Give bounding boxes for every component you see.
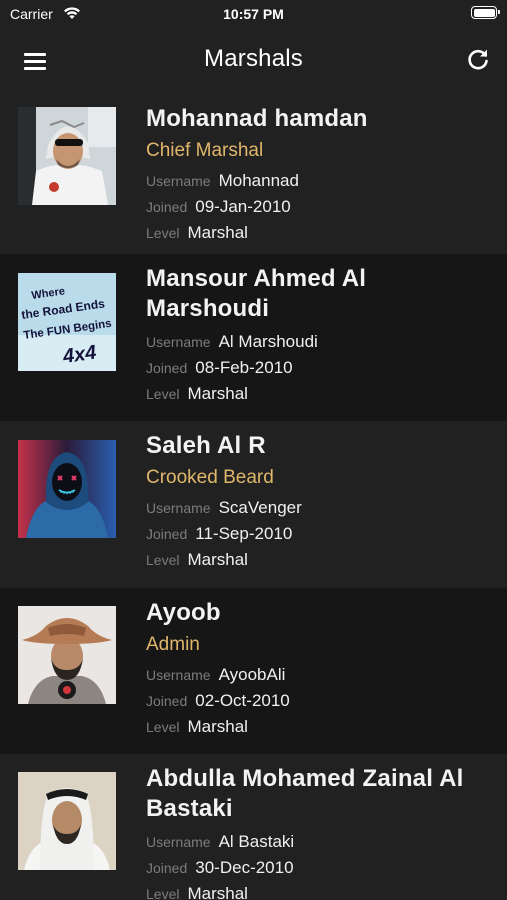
level-value: Marshal	[187, 550, 248, 569]
joined-value: 09-Jan-2010	[195, 197, 291, 216]
avatar-photo	[18, 440, 116, 538]
status-bar: Carrier 10:57 PM	[0, 0, 507, 28]
joined-value: 08-Feb-2010	[195, 358, 293, 377]
joined-label: Joined	[146, 693, 188, 709]
avatar-photo	[18, 772, 116, 870]
marshal-name: Mohannad hamdan	[146, 105, 368, 132]
marshal-card[interactable]: Where the Road Ends The FUN Begins 4x4 M…	[0, 254, 507, 421]
marshal-name: Mansour Ahmed Al Marshoudi	[146, 265, 367, 322]
joined-label: Joined	[146, 360, 188, 376]
username-label: Username	[146, 667, 211, 683]
marshal-name: Abdulla Mohamed Zainal Al Bastaki	[146, 765, 464, 822]
joined-value: 11-Sep-2010	[195, 524, 293, 543]
marshal-info: Abdulla Mohamed Zainal Al Bastaki Userna…	[146, 764, 496, 900]
level-label: Level	[146, 225, 180, 241]
joined-value: 30-Dec-2010	[195, 858, 294, 877]
avatar	[18, 606, 116, 704]
level-label: Level	[146, 719, 180, 735]
username-label: Username	[146, 834, 211, 850]
marshal-name: Ayoob	[146, 599, 221, 626]
page-title: Marshals	[204, 45, 303, 72]
level-value: Marshal	[187, 884, 248, 900]
joined-label: Joined	[146, 526, 188, 542]
joined-label: Joined	[146, 860, 188, 876]
level-label: Level	[146, 886, 180, 900]
marshal-role: Chief Marshal	[146, 140, 264, 161]
battery-icon	[471, 6, 500, 19]
username-value: Mohannad	[218, 171, 299, 190]
refresh-icon[interactable]	[465, 46, 491, 72]
level-label: Level	[146, 386, 180, 402]
nav-bar: Marshals	[0, 28, 507, 94]
avatar	[18, 772, 116, 870]
marshal-info: Mohannad hamdan Chief Marshal Username Mo…	[146, 104, 496, 246]
clock: 10:57 PM	[223, 6, 284, 22]
level-label: Level	[146, 552, 180, 568]
marshal-card[interactable]: Ayoob Admin Username AyoobAli Joined 02-Oc…	[0, 588, 507, 754]
level-value: Marshal	[187, 717, 248, 736]
avatar-logo-image: Where the Road Ends The FUN Begins 4x4	[18, 273, 116, 371]
username-label: Username	[146, 334, 211, 350]
marshal-role: Crooked Beard	[146, 467, 274, 488]
avatar	[18, 107, 116, 205]
marshal-info: Mansour Ahmed Al Marshoudi Username Al Ma…	[146, 264, 496, 407]
username-label: Username	[146, 500, 211, 516]
marshal-name: Saleh Al R	[146, 432, 266, 459]
level-value: Marshal	[187, 384, 248, 403]
username-label: Username	[146, 173, 211, 189]
marshal-card[interactable]: Abdulla Mohamed Zainal Al Bastaki Userna…	[0, 754, 507, 900]
marshal-card[interactable]: Mohannad hamdan Chief Marshal Username Mo…	[0, 94, 507, 254]
avatar-photo	[18, 606, 116, 704]
marshal-role: Admin	[146, 634, 200, 655]
marshal-info: Saleh Al R Crooked Beard Username ScaVeng…	[146, 431, 496, 573]
avatar-photo	[18, 107, 116, 205]
joined-label: Joined	[146, 199, 188, 215]
marshal-list: Mohannad hamdan Chief Marshal Username Mo…	[0, 94, 507, 900]
username-value: Al Marshoudi	[218, 332, 318, 351]
avatar: Where the Road Ends The FUN Begins 4x4	[18, 273, 116, 371]
marshal-info: Ayoob Admin Username AyoobAli Joined 02-Oc…	[146, 598, 496, 740]
username-value: Al Bastaki	[218, 832, 295, 851]
username-value: ScaVenger	[218, 498, 302, 517]
username-value: AyoobAli	[218, 665, 286, 684]
marshal-card[interactable]: Saleh Al R Crooked Beard Username ScaVeng…	[0, 421, 507, 588]
joined-value: 02-Oct-2010	[195, 691, 290, 710]
avatar	[18, 440, 116, 538]
level-value: Marshal	[187, 223, 248, 242]
